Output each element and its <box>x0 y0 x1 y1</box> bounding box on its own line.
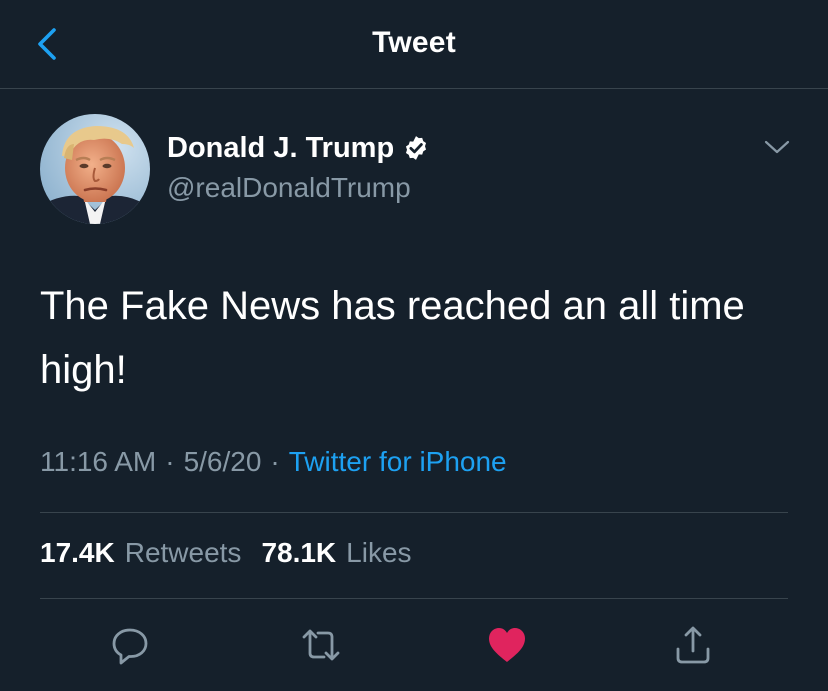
tweet-time: 11:16 AM <box>40 446 157 477</box>
tweet-options-button[interactable] <box>760 132 794 162</box>
retweets-stat[interactable]: 17.4K Retweets <box>40 537 241 569</box>
display-name[interactable]: Donald J. Trump <box>167 132 394 165</box>
meta-separator: · <box>165 446 175 477</box>
retweets-label: Retweets <box>124 537 242 568</box>
likes-label: Likes <box>346 537 412 568</box>
page-title: Tweet <box>372 26 456 59</box>
author-name-row[interactable]: Donald J. Trump <box>167 128 430 168</box>
share-icon <box>676 626 710 664</box>
tweet-date: 5/6/20 <box>183 446 262 477</box>
like-button[interactable] <box>484 622 530 668</box>
user-handle[interactable]: @realDonaldTrump <box>167 172 411 204</box>
tweet-stats: 17.4K Retweets 78.1K Likes <box>40 537 412 569</box>
likes-stat[interactable]: 78.1K Likes <box>261 537 411 569</box>
retweet-button[interactable] <box>298 622 344 668</box>
reply-button[interactable] <box>108 622 154 668</box>
divider <box>40 598 788 599</box>
verified-badge-icon <box>406 136 427 160</box>
tweet-text: The Fake News has reached an all time hi… <box>40 284 745 392</box>
meta-separator: · <box>270 446 280 477</box>
retweets-count: 17.4K <box>40 537 115 568</box>
likes-count: 78.1K <box>261 537 337 568</box>
share-button[interactable] <box>670 622 716 668</box>
profile-photo <box>40 114 150 224</box>
top-bar: Tweet <box>0 0 828 89</box>
retweet-icon <box>302 629 340 661</box>
avatar[interactable] <box>40 114 150 224</box>
heart-icon <box>489 628 525 662</box>
chevron-down-icon <box>764 140 790 154</box>
tweet-detail-screen: Tweet Donald J. Trump @realDonaldTrump T… <box>0 0 828 691</box>
tweet-source-link[interactable]: Twitter for iPhone <box>289 446 507 478</box>
reply-icon <box>112 628 148 665</box>
divider <box>40 512 788 513</box>
tweet-meta: 11:16 AM · 5/6/20 · Twitter for iPhone <box>40 446 507 478</box>
